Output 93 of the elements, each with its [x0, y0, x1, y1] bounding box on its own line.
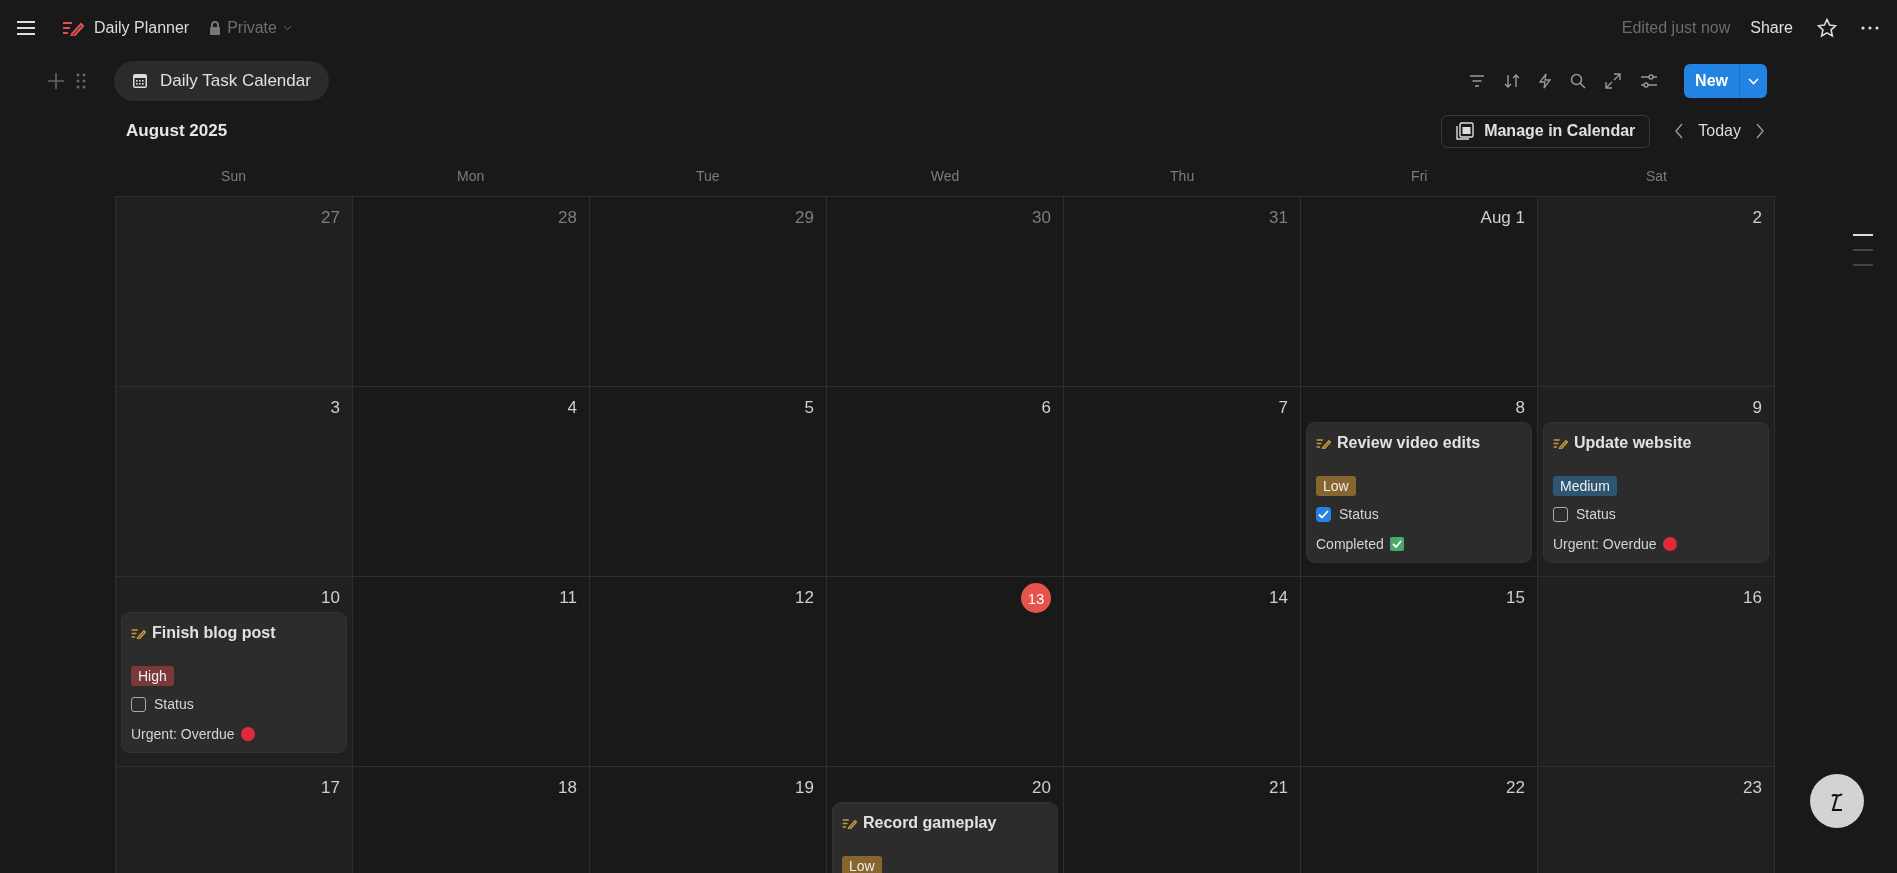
- checklist-pencil-icon: [1553, 437, 1568, 449]
- page-title[interactable]: Daily Planner: [94, 19, 190, 37]
- status-text: Urgent: Overdue: [1553, 536, 1657, 552]
- task-title: Review video edits: [1337, 434, 1481, 452]
- status-dot-icon: [240, 727, 255, 741]
- lightning-icon[interactable]: [1539, 73, 1552, 89]
- lock-icon: [209, 21, 222, 35]
- weekday-label: Thu: [1170, 168, 1195, 184]
- date-number: 27: [321, 208, 340, 228]
- new-dropdown-button[interactable]: [1739, 64, 1767, 98]
- date-number: 2: [1752, 208, 1762, 228]
- checklist-pencil-icon: [131, 627, 146, 639]
- drag-handle-icon[interactable]: [76, 73, 86, 89]
- date-number: 28: [558, 208, 577, 228]
- status-checkbox[interactable]: [1316, 506, 1331, 522]
- privacy-dropdown[interactable]: Private: [203, 19, 292, 37]
- task-title: Finish blog post: [152, 624, 276, 642]
- task-card[interactable]: Finish blog post High Status Urgent: Overdue: [122, 613, 346, 752]
- date-number: 7: [1278, 398, 1288, 418]
- task-card[interactable]: Review video edits Low Status Completed: [1307, 423, 1531, 562]
- date-number: 10: [321, 588, 340, 608]
- priority-tag: Low: [842, 856, 882, 873]
- date-number: 21: [1269, 778, 1288, 798]
- menu-icon[interactable]: [16, 20, 36, 36]
- date-number: Aug 1: [1480, 208, 1525, 228]
- next-icon[interactable]: [1755, 123, 1765, 139]
- status-text: Urgent: Overdue: [131, 726, 235, 742]
- chevron-down-icon: [282, 25, 292, 31]
- date-number: 19: [795, 778, 814, 798]
- assistant-button[interactable]: [1810, 774, 1864, 828]
- today-button[interactable]: Today: [1698, 122, 1741, 140]
- task-title: Record gameplay: [863, 814, 997, 832]
- status-label: Status: [154, 696, 194, 712]
- priority-tag: High: [131, 666, 174, 686]
- date-number: 6: [1041, 398, 1051, 418]
- task-card[interactable]: Record gameplay Low: [833, 803, 1057, 873]
- sort-icon[interactable]: [1504, 73, 1521, 89]
- task-card[interactable]: Update website Medium Status Urgent: Overdue: [1544, 423, 1768, 562]
- share-button[interactable]: Share: [1750, 19, 1793, 37]
- date-number: 17: [321, 778, 340, 798]
- weekday-label: Tue: [696, 168, 720, 184]
- status-checkbox[interactable]: [131, 696, 146, 712]
- weekday-label: Wed: [930, 168, 960, 184]
- date-number: 30: [1032, 208, 1051, 228]
- status-dot-icon: [1662, 537, 1677, 551]
- date-number: 18: [558, 778, 577, 798]
- check-mark-icon: [1389, 537, 1404, 551]
- weekday-label: Fri: [1411, 168, 1428, 184]
- settings-icon[interactable]: [1640, 74, 1659, 88]
- priority-tag: Medium: [1553, 476, 1617, 496]
- date-number: 11: [559, 588, 577, 608]
- date-number: 20: [1032, 778, 1051, 798]
- date-number: 3: [330, 398, 340, 418]
- date-number: 15: [1506, 588, 1525, 608]
- date-number: 5: [804, 398, 814, 418]
- checklist-pencil-icon: [1316, 437, 1331, 449]
- priority-tag: Low: [1316, 476, 1356, 496]
- date-number: 4: [567, 398, 577, 418]
- date-number: 12: [795, 588, 814, 608]
- search-icon[interactable]: [1570, 73, 1587, 89]
- task-title: Update website: [1574, 434, 1692, 452]
- view-tab[interactable]: Daily Task Calendar: [114, 61, 329, 101]
- date-number: 8: [1515, 398, 1525, 418]
- edited-status: Edited just now: [1621, 19, 1731, 37]
- chevron-down-icon: [1748, 77, 1759, 85]
- star-icon[interactable]: [1817, 18, 1837, 38]
- status-text: Completed: [1316, 536, 1384, 552]
- date-number: 14: [1269, 588, 1288, 608]
- checklist-pencil-icon: [842, 817, 857, 829]
- date-number: 29: [795, 208, 814, 228]
- more-icon[interactable]: [1861, 26, 1879, 30]
- calendar-icon: [132, 73, 148, 89]
- calendar-icon: [1456, 122, 1475, 140]
- date-number: 23: [1743, 778, 1762, 798]
- status-label: Status: [1576, 506, 1616, 522]
- new-button[interactable]: New: [1684, 64, 1739, 98]
- add-icon[interactable]: [48, 73, 64, 89]
- date-number: 31: [1269, 208, 1288, 228]
- status-label: Status: [1339, 506, 1379, 522]
- today-date-badge: 13: [1021, 583, 1051, 613]
- date-number: 16: [1743, 588, 1762, 608]
- status-checkbox[interactable]: [1553, 506, 1568, 522]
- weekday-label: Sat: [1645, 168, 1667, 184]
- checklist-pencil-icon: [62, 20, 84, 36]
- expand-icon[interactable]: [1605, 73, 1622, 89]
- manage-calendar-button[interactable]: Manage in Calendar: [1441, 114, 1651, 148]
- previous-icon[interactable]: [1674, 123, 1685, 139]
- date-number: 9: [1752, 398, 1762, 418]
- weekday-label: Sun: [221, 168, 247, 184]
- filter-icon[interactable]: [1469, 75, 1486, 87]
- date-number: 22: [1506, 778, 1525, 798]
- weekday-label: Mon: [457, 168, 485, 184]
- month-title: August 2025: [126, 121, 228, 141]
